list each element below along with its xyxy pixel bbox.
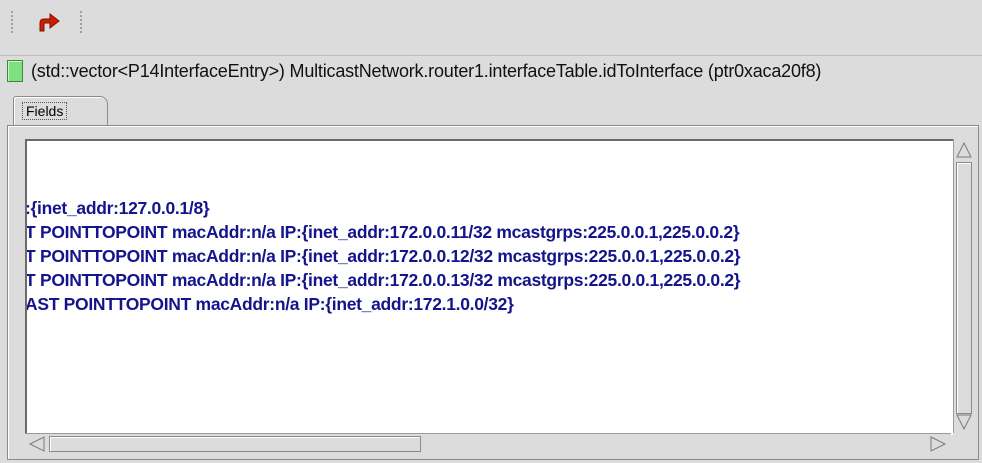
horizontal-scrollbar[interactable] — [25, 433, 951, 454]
go-to-parent-button[interactable] — [35, 9, 63, 35]
scroll-down-arrow-icon[interactable] — [956, 413, 972, 431]
text-line: AST POINTTOPOINT macAddr:n/a IP:{inet_ad… — [25, 294, 514, 314]
tab-fields[interactable]: Fields — [13, 96, 108, 127]
object-path-label: (std::vector<P14InterfaceEntry>) Multica… — [31, 60, 822, 81]
text-line: T POINTTOPOINT macAddr:n/a IP:{inet_addr… — [25, 222, 740, 242]
vertical-scrollbar[interactable] — [953, 139, 974, 433]
status-indicator — [7, 60, 23, 82]
toolbar-grip[interactable] — [80, 11, 82, 33]
object-info-bar: (std::vector<P14InterfaceEntry>) Multica… — [0, 55, 982, 86]
fields-text-area[interactable]: :{inet_addr:127.0.0.1/8} T POINTTOPOINT … — [25, 139, 953, 435]
text-line: T POINTTOPOINT macAddr:n/a IP:{inet_addr… — [25, 270, 741, 290]
fields-panel: :{inet_addr:127.0.0.1/8} T POINTTOPOINT … — [7, 125, 979, 460]
toolbar-grip[interactable] — [11, 11, 13, 33]
scroll-right-arrow-icon[interactable] — [929, 436, 947, 452]
tab-fields-label: Fields — [22, 102, 68, 120]
text-line: :{inet_addr:127.0.0.1/8} — [25, 198, 210, 218]
scroll-up-arrow-icon[interactable] — [956, 141, 972, 159]
horizontal-scroll-thumb[interactable] — [49, 436, 421, 452]
toolbar — [0, 0, 982, 44]
go-to-parent-icon — [37, 11, 61, 33]
vertical-scroll-thumb[interactable] — [956, 162, 972, 414]
scroll-left-arrow-icon[interactable] — [28, 436, 46, 452]
text-line: T POINTTOPOINT macAddr:n/a IP:{inet_addr… — [25, 246, 741, 266]
